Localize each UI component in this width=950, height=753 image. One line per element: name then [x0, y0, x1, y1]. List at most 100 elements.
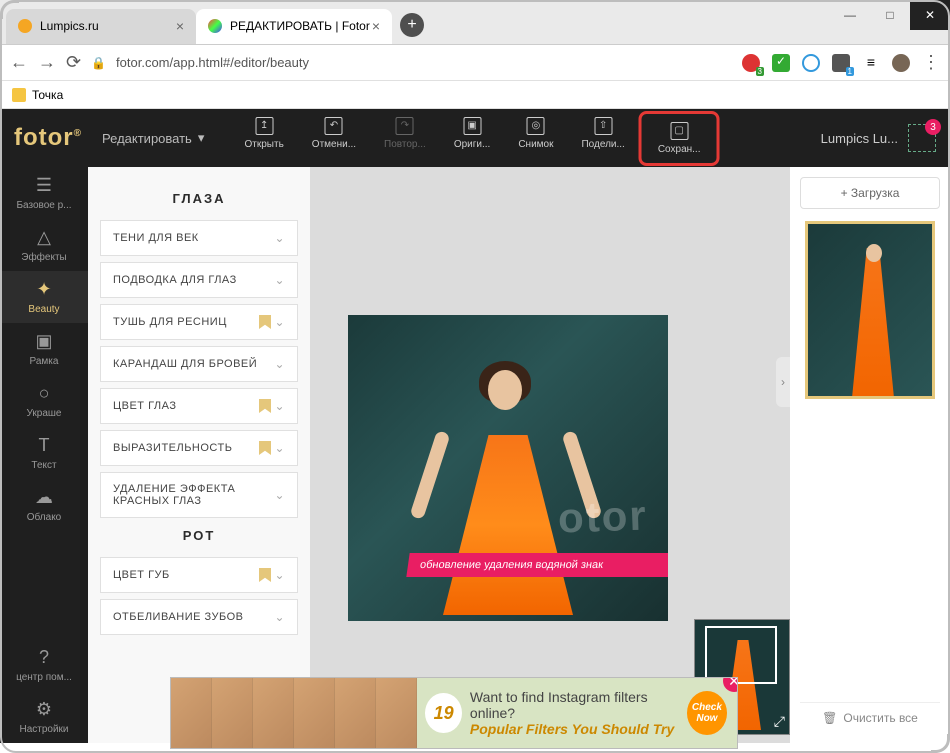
frame-icon: ▣	[35, 331, 52, 352]
undo-icon: ↶	[325, 117, 343, 135]
favicon-fotor	[208, 19, 222, 33]
url-text[interactable]: fotor.com/app.html#/editor/beauty	[116, 55, 732, 70]
user-area: Lumpics Lu... 3	[821, 124, 936, 152]
toolbar-undo-button[interactable]: ↶Отмени...	[298, 111, 370, 166]
minimize-button[interactable]: —	[830, 0, 870, 30]
chevron-down-icon: ▾	[198, 130, 205, 146]
chevron-down-icon: ⌄	[274, 399, 285, 413]
ext-icon-4[interactable]: 1	[832, 54, 850, 72]
thumbnail[interactable]	[805, 221, 935, 399]
text-icon: T	[39, 435, 50, 456]
premium-ribbon-icon	[259, 441, 271, 455]
collapse-right-button[interactable]: ›	[776, 357, 790, 407]
toolbar-save-button[interactable]: ▢Сохран...	[644, 116, 715, 161]
rail-beauty[interactable]: ✦Beauty	[0, 271, 88, 323]
upload-button[interactable]: + Загрузка	[800, 177, 940, 209]
rail-decorate[interactable]: ○Украше	[0, 375, 88, 427]
fotor-logo[interactable]: fotor®	[14, 124, 82, 152]
panel-heading-eyes: ГЛАЗА	[100, 191, 298, 206]
accordion-item[interactable]: ОТБЕЛИВАНИЕ ЗУБОВ⌄	[100, 599, 298, 635]
ext-icon-1[interactable]: 3	[742, 54, 760, 72]
chevron-down-icon: ⌄	[274, 568, 285, 582]
app-body: ☰Базовое р...△Эффекты✦Beauty▣Рамка○Украш…	[0, 109, 950, 743]
accordion-item[interactable]: ЦВЕТ ГУБ⌄	[100, 557, 298, 593]
accordion-item[interactable]: КАРАНДАШ ДЛЯ БРОВЕЙ⌄	[100, 346, 298, 382]
watermark-text: otor	[558, 491, 649, 542]
watermark-banner[interactable]: обновление удаления водяной знак	[406, 553, 668, 577]
accordion-item[interactable]: ПОДВОДКА ДЛЯ ГЛАЗ⌄	[100, 262, 298, 298]
right-pane: › + Загрузка 🗑Очистить все	[790, 167, 950, 743]
accordion-item[interactable]: ТЕНИ ДЛЯ ВЕК⌄	[100, 220, 298, 256]
tab-fotor[interactable]: РЕДАКТИРОВАТЬ | Fotor ×	[196, 9, 392, 44]
toolbar-snapshot-button[interactable]: ◎Снимок	[504, 111, 567, 166]
cloud-icon: ☁	[35, 487, 53, 508]
chevron-down-icon: ⌄	[274, 441, 285, 455]
bookmark-item[interactable]: Точка	[32, 88, 63, 102]
accordion-item[interactable]: ТУШЬ ДЛЯ РЕСНИЦ⌄	[100, 304, 298, 340]
username[interactable]: Lumpics Lu...	[821, 131, 898, 146]
rail-cloud[interactable]: ☁Облако	[0, 479, 88, 531]
browser-tab-strip: Lumpics.ru × РЕДАКТИРОВАТЬ | Fotor × + —…	[0, 0, 950, 45]
window-controls: — □ ✕	[830, 0, 950, 30]
save-icon: ▢	[670, 122, 688, 140]
tab-title: Lumpics.ru	[40, 19, 99, 33]
toolbar-original-button[interactable]: ▣Ориги...	[440, 111, 505, 166]
toolbar-share-button[interactable]: ⇧Подели...	[567, 111, 638, 166]
rail-help[interactable]: ?центр пом...	[0, 639, 88, 691]
menu-button[interactable]: ⋮	[922, 52, 940, 73]
effects-icon: △	[37, 227, 51, 248]
canvas-area[interactable]: otor обновление удаления водяной знак 26…	[310, 167, 790, 743]
clear-all-button[interactable]: 🗑Очистить все	[800, 702, 940, 733]
tab-lumpics[interactable]: Lumpics.ru ×	[6, 9, 196, 44]
canvas-image[interactable]: otor обновление удаления водяной знак	[348, 315, 668, 621]
premium-ribbon-icon	[259, 399, 271, 413]
forward-button[interactable]: →	[38, 52, 56, 73]
accordion-item[interactable]: ЦВЕТ ГЛАЗ⌄	[100, 388, 298, 424]
reload-button[interactable]: ⟳	[66, 52, 81, 73]
accordion-item[interactable]: ВЫРАЗИТЕЛЬНОСТЬ⌄	[100, 430, 298, 466]
premium-ribbon-icon	[259, 315, 271, 329]
rail-basic[interactable]: ☰Базовое р...	[0, 167, 88, 219]
edit-dropdown[interactable]: Редактировать ▾	[102, 130, 204, 146]
trash-icon: 🗑	[822, 711, 837, 725]
rail-frame[interactable]: ▣Рамка	[0, 323, 88, 375]
chevron-down-icon: ⌄	[274, 610, 285, 624]
lock-icon: 🔒	[91, 56, 106, 70]
premium-ribbon-icon	[259, 568, 271, 582]
notif-badge: 3	[925, 119, 941, 135]
rail-text[interactable]: TТекст	[0, 427, 88, 479]
ad-cta-button[interactable]: CheckNow	[687, 691, 727, 735]
ad-banner[interactable]: 19 Want to find Instagram filters online…	[170, 677, 738, 749]
close-icon[interactable]: ×	[372, 18, 380, 34]
close-icon[interactable]: ×	[176, 18, 184, 34]
ext-icon-5[interactable]: ≡	[862, 54, 880, 72]
app-header: fotor® Редактировать ▾ ↥Открыть↶Отмени..…	[0, 109, 950, 167]
panel-heading-mouth: РОТ	[100, 528, 298, 543]
beauty-icon: ✦	[36, 279, 51, 300]
ext-icon-3[interactable]	[802, 54, 820, 72]
chevron-down-icon: ⌄	[274, 231, 285, 245]
ext-icon-2[interactable]: ✓	[772, 54, 790, 72]
beauty-panel: ГЛАЗА ТЕНИ ДЛЯ ВЕК⌄ ПОДВОДКА ДЛЯ ГЛАЗ⌄ ТУШ…	[88, 167, 310, 743]
snapshot-icon: ◎	[527, 117, 545, 135]
bookmarks-bar: Точка	[0, 81, 950, 109]
folder-icon	[12, 88, 26, 102]
avatar[interactable]	[892, 54, 910, 72]
ad-close-button[interactable]: ✕	[723, 677, 738, 692]
basic-icon: ☰	[36, 175, 52, 196]
maximize-button[interactable]: □	[870, 0, 910, 30]
rail-effects[interactable]: △Эффекты	[0, 219, 88, 271]
left-rail: ☰Базовое р...△Эффекты✦Beauty▣Рамка○Украш…	[0, 109, 88, 743]
expand-icon[interactable]: ⤢	[774, 713, 785, 730]
back-button[interactable]: ←	[10, 52, 28, 73]
ad-badge: 19	[425, 693, 462, 733]
toolbar-redo-button[interactable]: ↷Повтор...	[370, 111, 440, 166]
notification-icon[interactable]: 3	[908, 124, 936, 152]
rail-settings[interactable]: ⚙Настройки	[0, 691, 88, 743]
accordion-item[interactable]: УДАЛЕНИЕ ЭФФЕКТА КРАСНЫХ ГЛАЗ⌄	[100, 472, 298, 518]
chevron-down-icon: ⌄	[274, 273, 285, 287]
new-tab-button[interactable]: +	[400, 13, 424, 37]
close-window-button[interactable]: ✕	[910, 0, 950, 30]
toolbar-open-button[interactable]: ↥Открыть	[231, 111, 298, 166]
minimap-viewport[interactable]	[705, 626, 777, 684]
